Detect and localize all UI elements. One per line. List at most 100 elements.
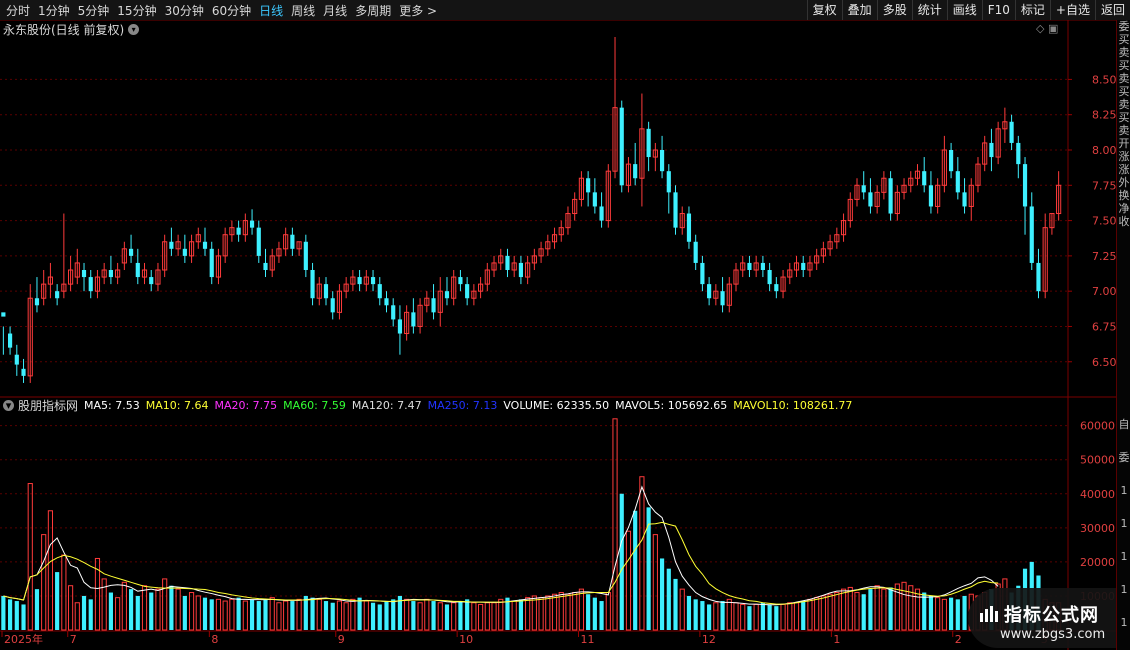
period-toolbar: 分时 1分钟 5分钟 15分钟 30分钟 60分钟 日线 周线 月线 多周期 更多 > 复权 叠加 多股… xyxy=(0,0,1130,21)
action-button-4[interactable]: 画线 xyxy=(946,0,982,20)
period-tab-5[interactable]: 60分钟 xyxy=(208,2,255,19)
volume-bar xyxy=(868,589,873,630)
indicator-menu-icon[interactable]: ▾ xyxy=(3,400,14,411)
period-tab-0[interactable]: 分时 xyxy=(2,2,34,19)
ma60-value: MA60: 7.59 xyxy=(283,399,346,412)
volume-bar xyxy=(753,603,759,631)
volume-bar xyxy=(384,601,389,630)
volume-bar xyxy=(605,592,611,631)
volume-bar xyxy=(625,530,632,631)
volume-bar xyxy=(169,585,174,630)
volume-bar xyxy=(693,599,698,630)
volume-bar xyxy=(14,601,19,630)
side-label-0: 委 xyxy=(1118,20,1130,33)
volume-bar xyxy=(545,595,551,631)
period-tab-10[interactable]: 更多 > xyxy=(395,2,441,19)
volume-bar xyxy=(249,599,255,630)
ma10-value: MA10: 7.64 xyxy=(145,399,209,412)
mavol10-value: MAVOL10: 108261.77 xyxy=(733,399,853,412)
candle-body xyxy=(619,107,624,186)
volume-bar xyxy=(874,585,880,631)
period-tab-8[interactable]: 月线 xyxy=(319,2,351,19)
period-tab-4[interactable]: 30分钟 xyxy=(161,2,208,19)
candle-body xyxy=(646,128,651,158)
volume-bar xyxy=(901,581,907,631)
volume-bar xyxy=(619,493,624,630)
period-tab-6[interactable]: 日线 xyxy=(255,2,287,19)
volume-bar xyxy=(941,598,947,631)
action-button-5[interactable]: F10 xyxy=(981,0,1015,20)
volume-bar xyxy=(451,602,457,631)
side-label-11: 涨 xyxy=(1118,163,1130,176)
volume-bar xyxy=(269,597,275,631)
volume-bar xyxy=(962,595,967,630)
period-tab-1[interactable]: 1分钟 xyxy=(34,2,74,19)
volume-bar xyxy=(391,599,396,630)
volume-bar xyxy=(141,585,148,631)
volume-bar xyxy=(370,602,376,630)
volume-bar xyxy=(41,534,47,631)
volume-bar xyxy=(437,602,443,631)
price-tick-label: 6.50 xyxy=(1092,356,1116,369)
volume-bar xyxy=(121,581,127,631)
action-button-8[interactable]: 返回 xyxy=(1094,0,1130,20)
volume-bar xyxy=(67,585,74,631)
candle-body xyxy=(707,284,712,299)
volume-bar xyxy=(498,598,504,631)
volume-bar xyxy=(256,601,261,630)
volume-bar xyxy=(592,597,597,630)
candle-body xyxy=(989,142,994,158)
side-label-10: 涨 xyxy=(1118,150,1130,163)
volume-bar xyxy=(296,598,302,631)
period-tab-7[interactable]: 周线 xyxy=(287,2,319,19)
volume-bar xyxy=(928,595,934,630)
side-label-1: 买 xyxy=(1118,33,1130,46)
candle-body xyxy=(922,171,927,186)
volume-tick-label: 40000 xyxy=(1080,488,1115,501)
volume-bar xyxy=(572,592,578,631)
period-tab-2[interactable]: 5分钟 xyxy=(74,2,114,19)
volume-bar xyxy=(914,588,921,631)
side-label-9: 开 xyxy=(1118,137,1130,150)
volume-bar xyxy=(202,597,208,630)
volume-bar xyxy=(242,600,248,631)
candle-body xyxy=(397,319,403,334)
candle-body xyxy=(411,312,416,327)
action-button-7[interactable]: +自选 xyxy=(1049,0,1095,20)
candle-body xyxy=(384,298,389,306)
mavol5-value: MAVOL5: 105692.65 xyxy=(615,399,728,412)
volume-bar xyxy=(484,602,490,631)
candle-body xyxy=(256,227,261,256)
period-tab-3[interactable]: 15分钟 xyxy=(113,2,160,19)
action-button-1[interactable]: 叠加 xyxy=(841,0,877,20)
action-button-0[interactable]: 复权 xyxy=(806,0,842,20)
volume-bar xyxy=(222,600,228,631)
volume-bar xyxy=(639,476,645,631)
volume-bar xyxy=(793,602,800,631)
period-tab-9[interactable]: 多周期 xyxy=(351,2,395,19)
date-tick-label: 2 xyxy=(955,633,962,646)
volume-bar xyxy=(188,592,195,631)
volume-bar xyxy=(888,587,893,630)
volume-bar xyxy=(659,558,665,630)
candle-body xyxy=(1009,121,1014,143)
candle-body xyxy=(599,206,604,221)
candle-body xyxy=(323,284,329,299)
volume-bar xyxy=(679,588,685,631)
volume-bar xyxy=(733,602,739,631)
kline-chart[interactable]: 8.50 8.25 8.00 7.75 7.50 7.25 7.00 6.75 6.50 6000… xyxy=(0,20,1116,650)
action-button-2[interactable]: 多股 xyxy=(876,0,912,20)
volume-bar xyxy=(108,592,113,630)
volume-bar xyxy=(404,598,410,631)
volume-bar xyxy=(363,600,369,631)
action-button-6[interactable]: 标记 xyxy=(1014,0,1050,20)
ma120-value: MA120: 7.47 xyxy=(351,399,422,412)
volume-bar xyxy=(290,601,295,630)
action-button-3[interactable]: 统计 xyxy=(911,0,947,20)
volume-bar xyxy=(599,601,604,630)
price-tick-label: 8.25 xyxy=(1092,109,1116,122)
volume-bar xyxy=(478,603,484,631)
volume-bar xyxy=(646,507,651,630)
volume-bar xyxy=(707,604,712,630)
volume-bar xyxy=(276,602,282,631)
